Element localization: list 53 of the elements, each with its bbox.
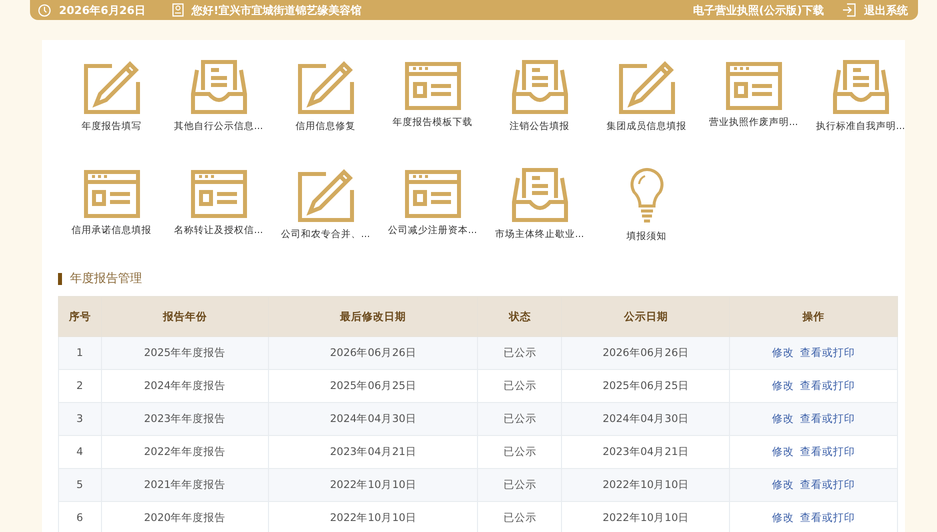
table-cell: 6 [58,502,102,532]
shortcut-label[interactable]: 执行标准自我声明... [816,120,905,133]
id-card-icon [172,3,184,17]
view-print-link[interactable]: 查看或打印 [800,347,856,359]
pencil-icon [82,60,142,114]
shortcut-label[interactable]: 注销公告填报 [510,120,570,133]
view-print-link[interactable]: 查看或打印 [800,446,856,458]
column-header: 状态 [478,296,562,336]
column-header: 报告年份 [101,296,269,336]
shortcut-label[interactable]: 填报须知 [626,230,666,243]
shortcut-label[interactable]: 其他自行公示信息... [174,120,264,133]
shortcut-label[interactable]: 公司和农专合并、... [280,228,370,241]
clock-icon [38,4,51,16]
column-header: 公示日期 [562,296,730,336]
shortcut-label[interactable]: 集团成员信息填报 [606,120,686,133]
shortcut-label[interactable]: 年度报告模板下载 [392,116,472,129]
column-header: 序号 [58,296,102,336]
shortcut-label[interactable]: 公司减少注册资本... [388,224,478,237]
section-title: 年度报告管理 [70,270,142,287]
view-print-link[interactable]: 查看或打印 [800,479,856,491]
document-window-icon [188,168,248,218]
shortcut-label[interactable]: 信用承诺信息填报 [72,224,152,237]
date-text: 2026年6月26日 [59,2,146,18]
edit-link[interactable]: 修改 [772,446,794,458]
view-print-link[interactable]: 查看或打印 [800,512,856,524]
pencil-icon [296,168,356,222]
section-marker [58,272,62,284]
column-header: 最后修改日期 [268,296,478,336]
inbox-icon [510,168,570,222]
inbox-icon [830,60,890,114]
document-window-icon [82,168,142,218]
edit-link[interactable]: 修改 [772,380,794,392]
view-print-link[interactable]: 查看或打印 [800,380,856,392]
edit-link[interactable]: 修改 [772,413,794,425]
greeting-text: 您好!宜兴市宜城街道锦艺缘美容馆 [192,2,362,18]
shortcut-label[interactable]: 营业执照作废声明... [708,116,798,129]
pencil-icon [296,60,356,114]
edit-link[interactable]: 修改 [772,347,794,359]
edit-link[interactable]: 修改 [772,512,794,524]
column-header: 操作 [730,296,898,336]
view-print-link[interactable]: 查看或打印 [800,413,856,425]
shortcut-label[interactable]: 年度报告填写 [82,120,142,133]
document-window-icon [402,60,462,110]
document-window-icon [724,60,784,110]
inbox-icon [188,60,248,114]
shortcut-label[interactable]: 市场主体终止歇业... [494,228,584,241]
shortcut-label[interactable]: 名称转让及授权信... [174,224,264,237]
edit-link[interactable]: 修改 [772,479,794,491]
inbox-icon [510,60,570,114]
shortcut-label[interactable]: 信用信息修复 [296,120,356,133]
pencil-icon [616,60,676,114]
logout-icon [842,3,856,17]
document-window-icon [402,168,462,218]
